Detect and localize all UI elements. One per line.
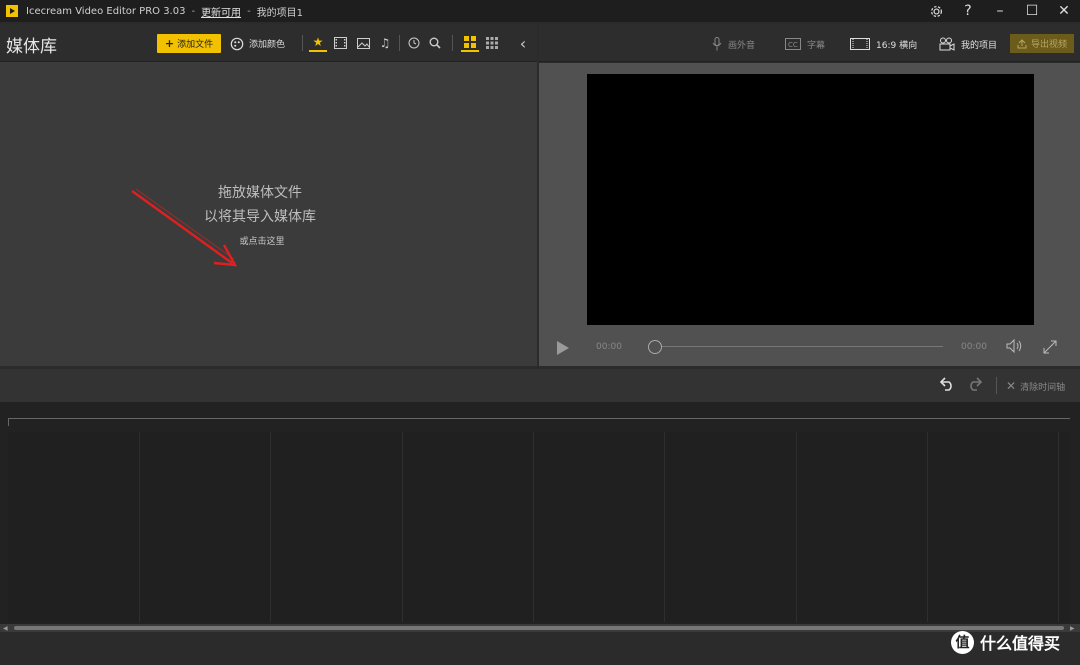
media-library-title: 媒体库 bbox=[6, 37, 57, 57]
timeline-gridline bbox=[533, 432, 534, 622]
volume-icon[interactable] bbox=[1006, 338, 1024, 357]
my-project-label: 我的项目 bbox=[961, 40, 998, 51]
add-color-label: 添加颜色 bbox=[249, 40, 286, 50]
timeline-scrollbar[interactable]: ◀ ▶ bbox=[0, 624, 1080, 632]
media-drop-zone[interactable]: 拖放媒体文件 以将其导入媒体库 或点击这里 bbox=[0, 63, 537, 366]
help-button[interactable]: ? bbox=[952, 0, 984, 22]
toolbar-divider-3 bbox=[452, 35, 453, 51]
drop-hint-line2: 以将其导入媒体库 bbox=[204, 209, 316, 225]
maximize-button[interactable]: ☐ bbox=[1016, 0, 1048, 22]
update-available-link[interactable]: 更新可用 bbox=[201, 4, 241, 19]
voiceover-button[interactable]: 画外音 bbox=[712, 35, 755, 53]
export-icon bbox=[1017, 38, 1027, 48]
media-library-toolbar: 媒体库 + 添加文件 添加颜色 ★ ♫ ‹ bbox=[0, 24, 537, 62]
total-time: 00:00 bbox=[961, 342, 987, 352]
subtitles-cc-icon: CC bbox=[785, 38, 801, 50]
subtitles-button[interactable]: CC 字幕 bbox=[785, 35, 825, 53]
timeline-gridline bbox=[270, 432, 271, 622]
seek-handle[interactable] bbox=[648, 340, 662, 354]
drop-hint-line1: 拖放媒体文件 bbox=[218, 185, 302, 201]
scroll-left-icon[interactable]: ◀ bbox=[3, 625, 8, 632]
timeline-gridline bbox=[927, 432, 928, 622]
add-color-button[interactable]: 添加颜色 bbox=[230, 34, 285, 53]
tab-video-film-icon[interactable] bbox=[331, 34, 349, 52]
palette-icon bbox=[230, 37, 244, 50]
voiceover-label: 画外音 bbox=[728, 40, 756, 51]
search-icon[interactable] bbox=[426, 34, 444, 52]
timeline-gridline bbox=[1058, 432, 1059, 622]
export-label: 导出视频 bbox=[1030, 40, 1067, 50]
clear-timeline-label: 清除时间轴 bbox=[1020, 382, 1066, 393]
add-file-label: 添加文件 bbox=[177, 40, 214, 50]
svg-text:CC: CC bbox=[788, 41, 798, 49]
close-button[interactable]: ✕ bbox=[1048, 0, 1080, 22]
minimize-button[interactable]: – bbox=[984, 0, 1016, 22]
timeline-gridline bbox=[796, 432, 797, 622]
add-file-button[interactable]: + 添加文件 bbox=[157, 34, 221, 53]
watermark-text: 什么值得买 bbox=[980, 634, 1061, 653]
timeline-toolbar-divider bbox=[996, 377, 997, 394]
watermark-badge-icon: 值 bbox=[951, 630, 974, 654]
aspect-ratio-icon bbox=[850, 38, 870, 50]
current-time: 00:00 bbox=[596, 342, 622, 352]
timeline-gridline bbox=[402, 432, 403, 622]
scrollbar-thumb[interactable] bbox=[14, 626, 1064, 630]
toolbar-divider bbox=[302, 35, 303, 51]
annotation-arrow-icon bbox=[131, 188, 238, 267]
watermark: 值 什么值得买 bbox=[951, 630, 1060, 654]
redo-icon[interactable] bbox=[966, 375, 984, 396]
tab-music-icon[interactable]: ♫ bbox=[376, 34, 394, 52]
timeline-track[interactable] bbox=[8, 432, 1070, 622]
click-here-link[interactable]: 或点击这里 bbox=[0, 234, 524, 247]
close-x-icon: ✕ bbox=[1006, 379, 1017, 393]
title-bar: Icecream Video Editor PRO 3.03 - 更新可用 - … bbox=[0, 0, 1080, 22]
grid-small-icon[interactable] bbox=[483, 34, 501, 52]
export-video-button[interactable]: 导出视频 bbox=[1010, 34, 1074, 53]
gear-icon bbox=[930, 5, 942, 17]
undo-icon[interactable] bbox=[938, 375, 956, 396]
app-name: Icecream Video Editor PRO 3.03 bbox=[26, 5, 186, 17]
my-project-button[interactable]: 我的项目 bbox=[939, 35, 997, 53]
aspect-ratio-label: 16:9 横向 bbox=[876, 40, 918, 51]
settings-button[interactable] bbox=[920, 0, 952, 22]
camera-project-icon bbox=[939, 37, 955, 51]
tab-image-icon[interactable] bbox=[354, 34, 372, 52]
timeline-gridline bbox=[664, 432, 665, 622]
microphone-icon bbox=[712, 37, 722, 51]
app-logo-icon bbox=[6, 5, 18, 17]
toolbar-divider-2 bbox=[399, 35, 400, 51]
seek-bar[interactable] bbox=[655, 346, 943, 347]
grid-large-icon[interactable] bbox=[461, 34, 479, 52]
video-screen[interactable] bbox=[587, 74, 1034, 325]
plus-icon: + bbox=[164, 37, 175, 50]
window-controls: ? – ☐ ✕ bbox=[920, 0, 1080, 22]
tab-all-star-icon[interactable]: ★ bbox=[309, 34, 327, 52]
timeline-gridline bbox=[139, 432, 140, 622]
timeline-toolbar: ✕ 清除时间轴 bbox=[0, 369, 1080, 402]
collapse-panel-chevron-left-icon[interactable]: ‹ bbox=[514, 34, 532, 53]
bottom-bar bbox=[0, 632, 1080, 665]
clear-timeline-button[interactable]: ✕ 清除时间轴 bbox=[1006, 379, 1065, 393]
timeline-ruler-start-tick bbox=[8, 418, 9, 426]
fullscreen-icon[interactable] bbox=[1042, 339, 1058, 359]
sort-clock-icon[interactable] bbox=[405, 34, 423, 52]
timeline-area[interactable] bbox=[0, 402, 1080, 624]
scroll-right-icon[interactable]: ▶ bbox=[1070, 625, 1075, 632]
project-name: 我的项目1 bbox=[256, 7, 304, 19]
title-separator: - bbox=[191, 5, 196, 17]
preview-toolbar: 画外音 CC 字幕 16:9 横向 我的项目 导出视频 bbox=[539, 24, 1080, 62]
play-icon[interactable] bbox=[557, 341, 569, 355]
video-preview-panel: 00:00 00:00 bbox=[539, 63, 1080, 366]
aspect-ratio-button[interactable]: 16:9 横向 bbox=[850, 35, 917, 53]
timeline-ruler bbox=[8, 418, 1070, 419]
subtitles-label: 字幕 bbox=[807, 40, 826, 51]
media-library-panel: 媒体库 + 添加文件 添加颜色 ★ ♫ ‹ 拖放媒体文件 以将其导入媒体库 或点… bbox=[0, 24, 537, 366]
title-separator-2: - bbox=[247, 5, 251, 17]
